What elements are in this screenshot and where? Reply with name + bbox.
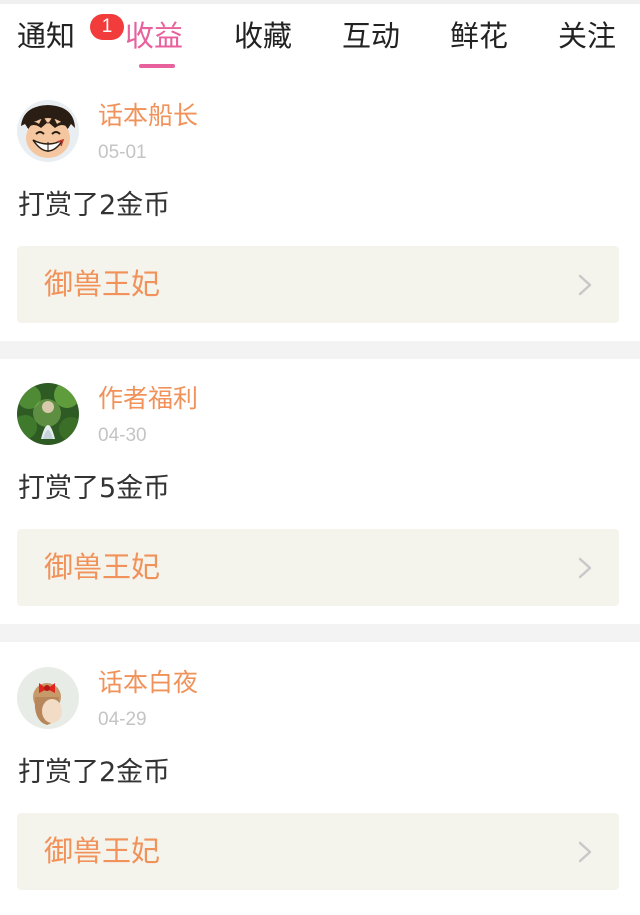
chevron-right-icon (578, 274, 592, 296)
chevron-right-icon (578, 557, 592, 579)
reward-list-item: 话本船长 05-01 打赏了2金币 御兽王妃 (0, 83, 640, 348)
book-link-card[interactable]: 御兽王妃 (17, 529, 619, 606)
chevron-right-icon (578, 841, 592, 863)
list-separator (0, 341, 640, 359)
tab-favorites[interactable]: 收藏 (234, 18, 292, 54)
cartoon-pirate-avatar-icon[interactable] (17, 100, 79, 162)
red-bow-girl-avatar-icon[interactable] (17, 667, 79, 729)
reward-action-text: 打赏了2金币 (18, 757, 171, 788)
tab-earnings[interactable]: 收益 (125, 18, 183, 54)
tab-notifications-label: 通知 (17, 19, 76, 53)
reward-list-item: 话本白夜 04-29 打赏了2金币 御兽王妃 (0, 650, 640, 915)
timestamp: 04-30 (98, 425, 147, 446)
list-separator (0, 624, 640, 642)
reward-action-text: 打赏了5金币 (18, 473, 171, 504)
forest-girl-avatar-icon[interactable] (17, 383, 79, 445)
tab-interactions[interactable]: 互动 (342, 18, 400, 54)
username-link[interactable]: 话本船长 (98, 101, 198, 131)
username-link[interactable]: 作者福利 (98, 384, 198, 414)
tab-notifications[interactable]: 通知 1 (17, 14, 124, 54)
tab-flowers[interactable]: 鲜花 (450, 18, 508, 54)
reward-list-item: 作者福利 04-30 打赏了5金币 御兽王妃 (0, 366, 640, 631)
tab-following[interactable]: 关注 (558, 18, 616, 54)
tab-favorites-label: 收藏 (234, 19, 293, 53)
timestamp: 04-29 (98, 709, 147, 730)
reward-action-text: 打赏了2金币 (18, 190, 171, 221)
tab-flowers-label: 鲜花 (450, 19, 509, 53)
tab-following-label: 关注 (558, 19, 617, 53)
active-tab-indicator (139, 64, 175, 68)
tab-earnings-label: 收益 (125, 19, 184, 53)
book-link-card[interactable]: 御兽王妃 (17, 813, 619, 890)
book-title: 御兽王妃 (44, 550, 161, 584)
timestamp: 05-01 (98, 142, 147, 163)
book-title: 御兽王妃 (44, 834, 161, 868)
book-link-card[interactable]: 御兽王妃 (17, 246, 619, 323)
username-link[interactable]: 话本白夜 (98, 668, 198, 698)
tab-bar: 通知 1 收益 收藏 互动 鲜花 关注 (0, 4, 640, 86)
tab-interactions-label: 互动 (342, 19, 401, 53)
book-title: 御兽王妃 (44, 267, 161, 301)
notification-count-badge: 1 (90, 14, 124, 40)
